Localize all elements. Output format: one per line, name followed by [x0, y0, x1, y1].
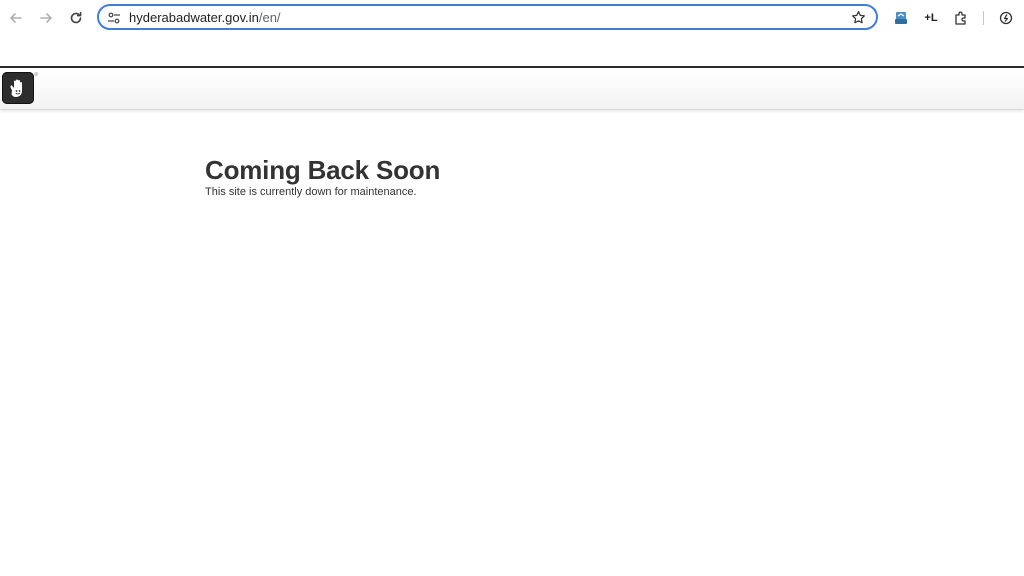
url-text[interactable]: hyderabadwater.gov.in/en/ [129, 10, 281, 25]
arrow-right-icon [40, 13, 52, 23]
toolbar-divider [983, 11, 984, 25]
power-icon [999, 11, 1013, 25]
cms-toolbar [0, 68, 1024, 110]
maintenance-message: Coming Back Soon This site is currently … [205, 155, 440, 199]
cms-status-dot [34, 72, 38, 76]
arrow-left-icon [10, 13, 22, 23]
cms-logo-button[interactable] [2, 72, 34, 104]
extensions-button[interactable] [949, 6, 973, 30]
performance-button[interactable] [994, 6, 1018, 30]
page-title: Coming Back Soon [205, 155, 441, 185]
reload-button[interactable] [64, 6, 88, 30]
forward-button[interactable] [34, 6, 58, 30]
url-path: /en/ [258, 10, 281, 25]
site-settings-icon[interactable] [107, 11, 121, 25]
address-bar[interactable]: hyderabadwater.gov.in/en/ [97, 4, 878, 30]
extension-plus-l-button[interactable]: +L [919, 6, 943, 30]
page-subtitle: This site is currently down for maintena… [205, 186, 417, 198]
extension-plus-l-label: +L [924, 12, 938, 24]
extension-stack-button[interactable] [889, 6, 913, 30]
back-button[interactable] [4, 6, 28, 30]
reload-icon [70, 11, 82, 24]
stack-icon [895, 12, 907, 24]
puzzle-icon [955, 11, 966, 25]
bookmark-star-icon[interactable] [851, 10, 866, 25]
browser-toolbar: hyderabadwater.gov.in/en/ +L [0, 0, 1024, 36]
hand-logo-icon [10, 79, 22, 97]
url-host: hyderabadwater.gov.in [129, 10, 259, 25]
